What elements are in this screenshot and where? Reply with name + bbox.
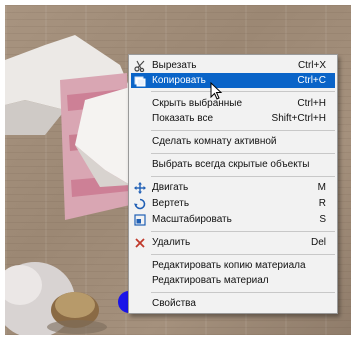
- menu-item-label: Показать все: [152, 113, 214, 124]
- 3d-viewport[interactable]: Вырезать Ctrl+X Копировать Ctrl+C Скрыть…: [5, 5, 351, 335]
- round-pouf-top: [55, 292, 95, 318]
- menu-item-scale[interactable]: Масштабировать S: [131, 212, 335, 227]
- menu-item-select-hidden-objects[interactable]: Выбрать всегда скрытые объекты: [131, 157, 335, 172]
- menu-item-shortcut: Ctrl+C: [297, 75, 326, 86]
- menu-item-move[interactable]: Двигать M: [131, 180, 335, 195]
- menu-item-edit-material-copy[interactable]: Редактировать копию материала: [131, 258, 335, 273]
- mouse-cursor-icon: [210, 82, 223, 100]
- menu-item-rotate[interactable]: Вертеть R: [131, 196, 335, 211]
- menu-item-cut[interactable]: Вырезать Ctrl+X: [131, 58, 335, 73]
- menu-item-shortcut: Ctrl+X: [297, 60, 326, 71]
- menu-item-copy[interactable]: Копировать Ctrl+C: [131, 73, 335, 88]
- menu-item-shortcut: Del: [310, 237, 326, 248]
- menu-separator: [151, 153, 335, 154]
- menu-separator: [151, 91, 335, 92]
- menu-separator: [151, 231, 335, 232]
- menu-item-label: Вертеть: [152, 198, 190, 209]
- menu-item-edit-material[interactable]: Редактировать материал: [131, 273, 335, 288]
- scissors-icon: [131, 58, 149, 73]
- menu-item-shortcut: R: [318, 198, 326, 209]
- menu-item-hide-selected[interactable]: Скрыть выбранные Ctrl+H: [131, 96, 335, 111]
- menu-item-label: Редактировать материал: [152, 275, 269, 286]
- menu-item-shortcut: M: [317, 182, 326, 193]
- menu-item-label: Свойства: [152, 298, 196, 309]
- menu-item-label: Масштабировать: [152, 214, 232, 225]
- context-menu: Вырезать Ctrl+X Копировать Ctrl+C Скрыть…: [128, 54, 338, 314]
- scale-icon: [131, 212, 149, 227]
- menu-item-label: Удалить: [152, 237, 191, 248]
- menu-separator: [151, 130, 335, 131]
- menu-separator: [151, 292, 335, 293]
- menu-separator: [151, 254, 335, 255]
- menu-item-label: Двигать: [152, 182, 189, 193]
- menu-item-shortcut: Shift+Ctrl+H: [271, 113, 326, 124]
- menu-item-shortcut: Ctrl+H: [297, 98, 326, 109]
- menu-item-make-room-active[interactable]: Сделать комнату активной: [131, 134, 335, 149]
- menu-item-label: Выбрать всегда скрытые объекты: [152, 159, 310, 170]
- menu-item-label: Редактировать копию материала: [152, 260, 306, 271]
- menu-item-label: Сделать комнату активной: [152, 136, 277, 147]
- menu-separator: [151, 176, 335, 177]
- menu-item-show-all[interactable]: Показать все Shift+Ctrl+H: [131, 111, 335, 126]
- menu-item-label: Вырезать: [152, 60, 197, 71]
- copy-icon: [131, 73, 149, 88]
- delete-x-icon: [131, 235, 149, 250]
- menu-item-delete[interactable]: Удалить Del: [131, 235, 335, 250]
- pouf-shadow: [47, 320, 107, 334]
- menu-item-properties[interactable]: Свойства: [131, 296, 335, 311]
- rotate-icon: [131, 196, 149, 211]
- move-arrows-icon: [131, 180, 149, 195]
- menu-item-shortcut: S: [319, 214, 326, 225]
